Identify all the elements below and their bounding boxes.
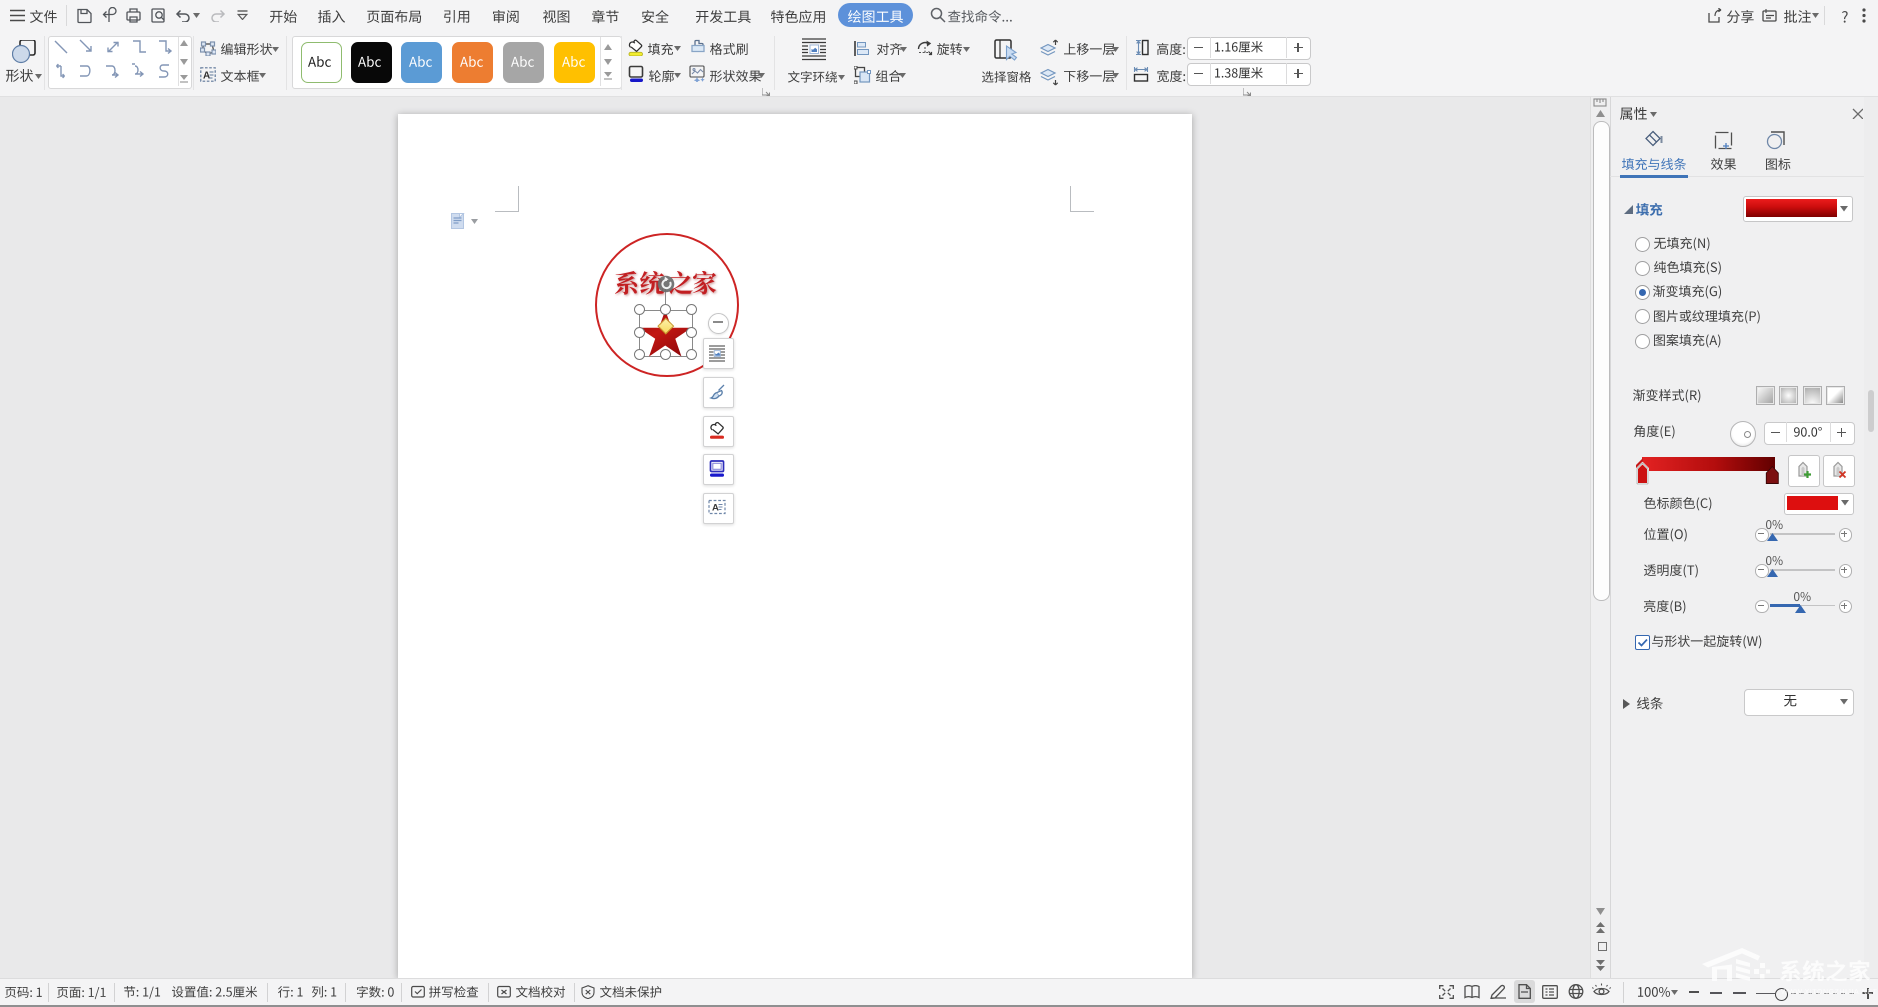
svg-text:A: A [203,71,210,82]
svg-text:A: A [712,503,719,514]
